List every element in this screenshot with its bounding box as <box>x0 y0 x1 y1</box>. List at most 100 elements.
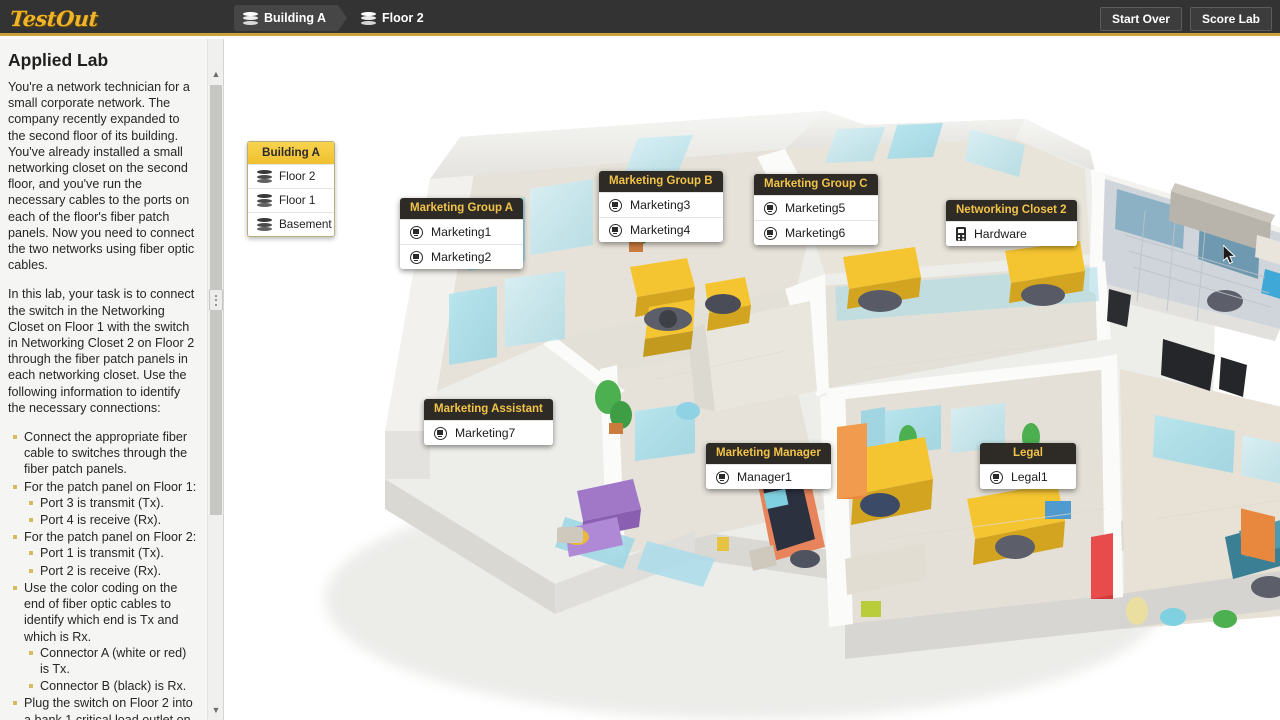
scrollbar-grip-icon[interactable] <box>209 289 223 311</box>
computer-icon <box>434 426 447 440</box>
device-label: Manager1 <box>737 470 792 484</box>
map-label-networking-closet-2[interactable]: Networking Closet 2 Hardware <box>946 200 1077 246</box>
map-label-marketing-assistant[interactable]: Marketing Assistant Marketing7 <box>424 399 553 445</box>
device-row[interactable]: Marketing6 <box>754 220 878 245</box>
scroll-up-arrow-icon[interactable]: ▲ <box>208 65 223 82</box>
device-row[interactable]: Manager1 <box>706 464 831 489</box>
sub-bullet-list: Connector A (white or red) is Tx. Connec… <box>24 645 198 695</box>
breadcrumb-label-floor: Floor 2 <box>382 11 424 25</box>
device-label: Marketing4 <box>630 223 691 237</box>
floorplan-stage[interactable]: Building A Floor 2 Floor 1 Basement Mark… <box>225 39 1280 720</box>
start-over-button[interactable]: Start Over <box>1099 7 1182 31</box>
map-label-title: Marketing Assistant <box>424 399 553 420</box>
computer-icon <box>410 225 423 239</box>
floor-option-floor-1[interactable]: Floor 1 <box>248 188 334 212</box>
list-item: Use the color coding on the end of fiber… <box>8 580 198 694</box>
layers-icon <box>361 11 377 25</box>
sidebar-scrollbar[interactable]: ▲ ▼ <box>207 39 223 720</box>
breadcrumb: Building A Floor 2 <box>234 5 436 31</box>
device-row[interactable]: Marketing1 <box>400 219 524 244</box>
bullet-text: Connect the appropriate fiber cable to s… <box>24 430 188 477</box>
computer-icon <box>764 201 777 215</box>
layers-icon <box>257 170 272 183</box>
floor-selector-panel[interactable]: Building A Floor 2 Floor 1 Basement <box>247 141 335 237</box>
floor-selector-title: Building A <box>248 142 334 164</box>
list-item: Connector B (black) is Rx. <box>24 678 198 694</box>
bullet-text: For the patch panel on Floor 1: <box>24 479 197 494</box>
task-bullet-list: Connect the appropriate fiber cable to s… <box>8 429 198 720</box>
instructions-content: Applied Lab You're a network technician … <box>0 39 208 720</box>
device-label: Marketing5 <box>785 201 846 215</box>
intro-paragraph-1: You're a network technician for a small … <box>8 80 195 273</box>
map-label-marketing-group-b[interactable]: Marketing Group B Marketing3 Marketing4 <box>599 171 723 242</box>
map-label-title: Marketing Group A <box>400 198 524 219</box>
list-item: Port 1 is transmit (Tx). <box>24 545 198 561</box>
device-row[interactable]: Legal1 <box>980 464 1076 489</box>
page-title: Applied Lab <box>8 50 109 70</box>
list-item: For the patch panel on Floor 2: Port 1 i… <box>8 529 198 579</box>
device-row[interactable]: Hardware <box>946 221 1077 246</box>
sub-bullet-list: Port 1 is transmit (Tx). Port 2 is recei… <box>24 545 198 578</box>
list-item: For the patch panel on Floor 1: Port 3 i… <box>8 479 198 529</box>
intro-paragraph-2: In this lab, your task is to connect the… <box>8 287 195 415</box>
computer-icon <box>410 250 423 264</box>
list-item: Plug the switch on Floor 2 into a bank 1… <box>8 695 198 720</box>
device-label: Hardware <box>974 227 1027 241</box>
breadcrumb-item-building-a[interactable]: Building A <box>234 5 348 31</box>
map-label-marketing-group-c[interactable]: Marketing Group C Marketing5 Marketing6 <box>754 174 878 245</box>
list-item: Port 2 is receive (Rx). <box>24 563 198 579</box>
map-label-title: Marketing Manager <box>706 443 831 464</box>
mouse-cursor-icon <box>1223 245 1237 265</box>
floor-option-floor-2[interactable]: Floor 2 <box>248 164 334 188</box>
bullet-text: For the patch panel on Floor 2: <box>24 530 197 545</box>
map-label-title: Networking Closet 2 <box>946 200 1077 221</box>
isometric-floorplan-image[interactable] <box>225 39 1280 720</box>
device-label: Marketing7 <box>455 426 516 440</box>
scrollbar-thumb[interactable] <box>209 85 223 515</box>
layers-icon <box>257 194 272 207</box>
device-label: Marketing6 <box>785 226 846 240</box>
hardware-icon <box>956 227 966 241</box>
device-label: Marketing1 <box>431 225 492 239</box>
sub-bullet-list: Port 3 is transmit (Tx). Port 4 is recei… <box>24 495 198 528</box>
breadcrumb-item-floor-2[interactable]: Floor 2 <box>352 5 436 31</box>
device-label: Marketing3 <box>630 198 691 212</box>
device-row[interactable]: Marketing3 <box>599 192 723 217</box>
device-row[interactable]: Marketing5 <box>754 195 878 220</box>
bullet-text: Plug the switch on Floor 2 into a bank 1… <box>24 696 193 720</box>
map-label-title: Marketing Group C <box>754 174 878 195</box>
computer-icon <box>764 226 777 240</box>
breadcrumb-label-building: Building A <box>264 11 327 25</box>
list-item: Connect the appropriate fiber cable to s… <box>8 429 198 478</box>
floor-option-label: Floor 2 <box>279 170 316 183</box>
list-item: Connector A (white or red) is Tx. <box>24 645 198 677</box>
floor-option-label: Basement <box>279 218 332 231</box>
score-lab-button[interactable]: Score Lab <box>1189 7 1272 31</box>
device-row[interactable]: Marketing4 <box>599 217 723 242</box>
device-row[interactable]: Marketing2 <box>400 244 524 269</box>
computer-icon <box>609 223 622 237</box>
map-label-legal[interactable]: Legal Legal1 <box>980 443 1076 489</box>
testout-logo[interactable]: TestOut <box>9 6 99 31</box>
floor-option-label: Floor 1 <box>279 194 316 207</box>
instructions-sidebar: Applied Lab You're a network technician … <box>0 39 224 720</box>
computer-icon <box>990 470 1003 484</box>
map-label-marketing-group-a[interactable]: Marketing Group A Marketing1 Marketing2 <box>400 198 524 269</box>
list-item: Port 4 is receive (Rx). <box>24 512 198 528</box>
map-label-title: Marketing Group B <box>599 171 723 192</box>
scroll-down-arrow-icon[interactable]: ▼ <box>208 701 223 718</box>
top-header-bar: TestOut Building A Floor 2 Start Over Sc… <box>0 0 1280 36</box>
device-label: Marketing2 <box>431 250 492 264</box>
layers-icon <box>257 218 272 231</box>
device-row[interactable]: Marketing7 <box>424 420 553 445</box>
bullet-text: Use the color coding on the end of fiber… <box>24 580 179 644</box>
map-label-title: Legal <box>980 443 1076 464</box>
map-label-marketing-manager[interactable]: Marketing Manager Manager1 <box>706 443 831 489</box>
device-label: Legal1 <box>1011 470 1048 484</box>
layers-icon <box>243 11 258 25</box>
list-item: Port 3 is transmit (Tx). <box>24 495 198 511</box>
floor-option-basement[interactable]: Basement <box>248 212 334 236</box>
header-actions: Start Over Score Lab <box>1099 7 1272 31</box>
computer-icon <box>716 470 729 484</box>
computer-icon <box>609 198 622 212</box>
